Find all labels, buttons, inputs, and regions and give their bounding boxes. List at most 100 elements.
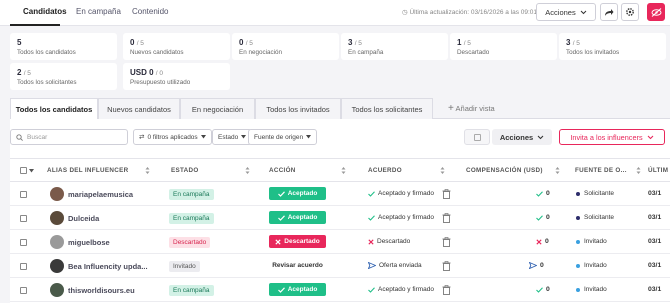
add-view-button[interactable]: + Añadir vista [448,103,495,114]
acciones-dropdown[interactable]: Acciones [536,3,596,21]
row-checkbox[interactable] [20,239,27,246]
chevron-down-icon [647,135,653,139]
active-tab-underline [10,24,60,26]
filters-applied-button[interactable]: ⇄ 0 filtros aplicados [133,129,212,145]
search-input[interactable]: Buscar [10,129,128,145]
source-dot-icon [576,215,580,220]
compensation-value: 0 [536,190,550,197]
stat-card-nuevos-candidatos: 0 / 5 Nuevos candidatos [123,33,230,60]
influencer-alias[interactable]: mariapelaemusica [68,190,133,199]
status-badge: En campaña [169,189,214,200]
row-checkbox[interactable] [20,263,27,270]
table-header: ALIAS DEL INFLUENCER ESTADO ACCIÓN ACUER… [10,159,670,182]
trash-icon[interactable] [442,213,451,223]
trash-icon[interactable] [442,285,451,295]
column-fuente[interactable]: FUENTE DE O... [575,167,627,174]
bulk-acciones-dropdown[interactable]: Acciones [492,129,552,145]
sort-icon[interactable] [245,166,250,175]
caret-down-icon [306,135,312,139]
agreement-status: Aceptado y firmado [368,214,434,221]
agreement-status: Descartado [368,238,410,245]
column-accion[interactable]: ACCIÓN [269,167,296,174]
agreement-status: Oferta enviada [368,262,422,269]
check-icon [536,286,543,293]
chevron-down-icon [537,135,544,139]
x-icon [536,238,542,245]
row-checkbox[interactable] [20,191,27,198]
share-button[interactable] [600,3,618,21]
tab-en-campana[interactable]: En campaña [76,7,121,16]
eye-off-icon [651,7,661,17]
row-checkbox[interactable] [20,215,27,222]
status-badge: En campaña [169,285,214,296]
fuente-origen-filter[interactable]: Fuente de origen [248,129,318,145]
chevron-down-icon [580,10,587,14]
source-origin: Invitado [576,286,607,293]
top-navigation: Candidatos En campaña Contenido ◷ Última… [0,0,670,26]
column-compensacion[interactable]: COMPENSACIÓN (USD) [466,167,543,174]
influencer-alias[interactable]: Dulceida [68,214,99,223]
invite-influencers-button[interactable]: Invita a los influencers [559,129,665,145]
discarded-button[interactable]: Descartado [269,235,326,248]
view-tab-todos-solicitantes[interactable]: Todos los solicitantes [341,98,433,119]
sort-icon[interactable] [440,166,445,175]
trash-icon[interactable] [442,237,451,247]
plus-icon: + [448,103,454,114]
settings-button[interactable] [621,3,639,21]
hide-button[interactable] [647,3,665,21]
send-icon [529,262,537,269]
tab-contenido[interactable]: Contenido [132,7,168,16]
influencer-alias[interactable]: Bea Influencity upda... [68,262,148,271]
table-row[interactable]: mariapelaemusica En campaña Aceptado Ace… [10,182,670,206]
candidates-table: ALIAS DEL INFLUENCER ESTADO ACCIÓN ACUER… [10,158,670,303]
trash-icon[interactable] [442,189,451,199]
column-alias[interactable]: ALIAS DEL INFLUENCER [47,167,128,174]
column-estado[interactable]: ESTADO [171,167,199,174]
agreement-status: Aceptado y firmado [368,190,434,197]
sort-icon[interactable] [145,166,150,175]
clock-icon: ◷ [402,9,408,16]
accepted-button[interactable]: Aceptado [269,187,326,200]
row-checkbox[interactable] [20,287,27,294]
table-row[interactable]: thisworldisours.eu En campaña Aceptado A… [10,278,670,302]
stat-card-en-negociacion: 0 / 5 En negociación [232,33,339,60]
view-tab-nuevos-candidatos[interactable]: Nuevos candidatos [98,98,180,119]
select-mode-button[interactable] [464,129,490,145]
view-tab-todos-invitados[interactable]: Todos los invitados [255,98,341,119]
column-ultima[interactable]: ÚLTIM [648,167,668,174]
filter-icon: ⇄ [139,134,145,141]
source-dot-icon [576,239,580,244]
accepted-button[interactable]: Aceptado [269,283,326,296]
x-icon [275,238,281,245]
last-date: 03/1 [648,214,662,221]
status-badge: Invitado [169,261,200,272]
source-dot-icon [576,191,580,196]
review-agreement-button[interactable]: Revisar acuerdo [269,259,326,272]
agreement-status: Aceptado y firmado [368,286,434,293]
sort-icon[interactable] [341,166,346,175]
caret-down-icon [200,135,206,139]
table-row[interactable]: miguelbose Descartado Descartado Descart… [10,230,670,254]
trash-icon[interactable] [442,261,451,271]
estado-filter[interactable]: Estado [212,129,253,145]
table-row[interactable]: Dulceida En campaña Aceptado Aceptado y … [10,206,670,230]
sort-icon[interactable] [636,166,641,175]
gear-icon [626,8,634,16]
sort-icon[interactable] [555,166,560,175]
stat-card-descartado: 1 / 5 Descartado [450,33,557,60]
tab-candidatos[interactable]: Candidatos [23,7,67,16]
view-tab-todos-candidatos[interactable]: Todos los candidatos [10,98,98,119]
view-tab-en-negociacion[interactable]: En negociación [180,98,255,119]
stat-card-todos-candidatos: 5 Todos los candidatos [10,33,117,60]
influencer-alias[interactable]: miguelbose [68,238,110,247]
check-icon [277,190,285,197]
select-all-checkbox[interactable] [20,167,27,174]
accepted-button[interactable]: Aceptado [269,211,326,224]
check-icon [536,190,543,197]
column-acuerdo[interactable]: ACUERDO [368,167,402,174]
table-row[interactable]: Bea Influencity upda... Invitado Revisar… [10,254,670,278]
influencer-alias[interactable]: thisworldisours.eu [68,286,135,295]
source-origin: Invitado [576,262,607,269]
check-icon [368,214,375,221]
caret-down-icon[interactable] [29,169,34,173]
